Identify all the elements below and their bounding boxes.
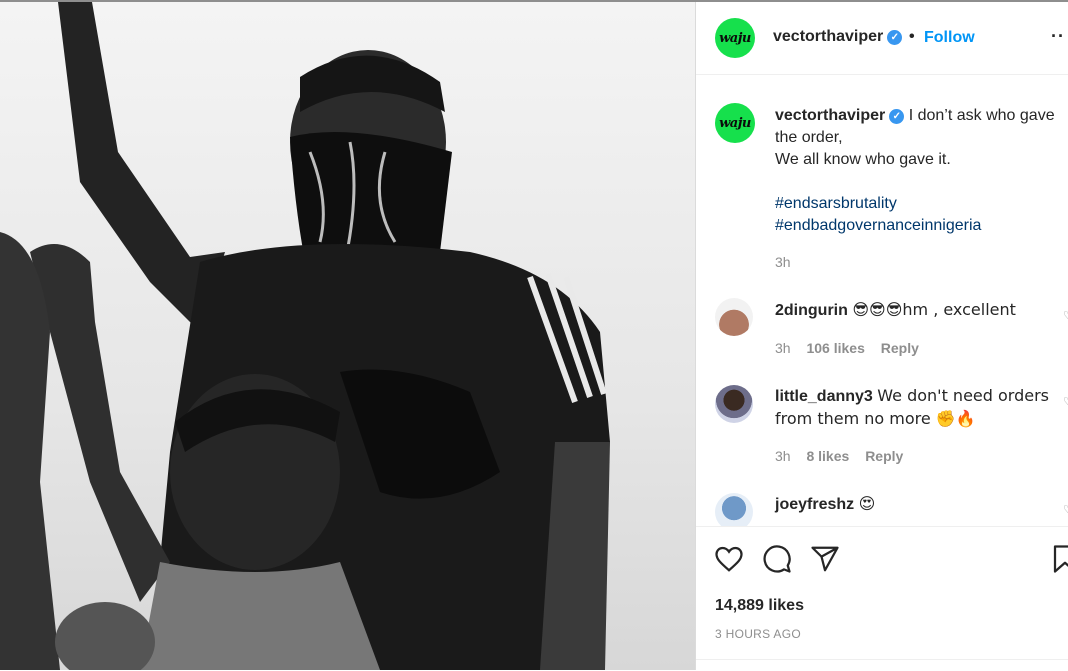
caption-meta: 3h (775, 254, 791, 270)
comment-text: joeyfreshz 😍 (775, 493, 1068, 516)
caption-time[interactable]: 3h (775, 254, 791, 270)
comment-time[interactable]: 3h (775, 448, 791, 464)
comment-meta: 3h 106 likes Reply (775, 340, 919, 356)
hashtag-link[interactable]: #endbadgovernanceinnigeria (775, 215, 1068, 237)
commenter-avatar[interactable] (715, 385, 753, 423)
bookmark-icon[interactable] (1050, 544, 1068, 574)
comment-username[interactable]: 2dingurin (775, 302, 848, 319)
verified-badge-icon: ✓ (889, 109, 905, 124)
post-actions: 14,889 likes 3 HOURS AGO (696, 526, 1068, 671)
comment-username[interactable]: joeyfreshz (775, 496, 854, 513)
caption-avatar[interactable]: waju (715, 103, 755, 143)
hashtag-link[interactable]: #endsarsbrutality (775, 193, 1068, 215)
comment-text: 2dingurin 😎😎😎hm , excellent (775, 299, 1068, 322)
caption: vectorthaviper ✓ I don’t ask who gave the… (775, 105, 1068, 237)
avatar-text: waju (719, 30, 751, 46)
caption-username[interactable]: vectorthaviper (775, 107, 885, 124)
commenter-avatar[interactable] (715, 298, 753, 336)
comment-username[interactable]: little_danny3 (775, 388, 873, 405)
post-photo[interactable] (0, 2, 695, 670)
comment-like-icon[interactable]: ♡ (1063, 503, 1068, 516)
paper-plane-icon[interactable] (810, 544, 840, 574)
comment-like-icon[interactable]: ♡ (1063, 395, 1068, 408)
caption-avatar-text: waju (719, 115, 751, 131)
verified-badge-icon: ✓ (887, 30, 903, 45)
more-options-icon[interactable]: ·· (1051, 26, 1065, 47)
commenter-avatar[interactable] (715, 493, 753, 527)
post-time-ago[interactable]: 3 HOURS AGO (715, 627, 801, 641)
protest-photo-illustration (0, 2, 610, 670)
comment-time[interactable]: 3h (775, 340, 791, 356)
comment-body: 😎😎😎hm , excellent (852, 300, 1016, 319)
author-username-text: vectorthaviper (773, 28, 884, 45)
caption-line-2: We all know who gave it. (775, 151, 951, 168)
comment-text: little_danny3 We don't need orders from … (775, 385, 1068, 431)
follow-button[interactable]: Follow (924, 29, 975, 47)
reply-button[interactable]: Reply (881, 340, 919, 356)
comment-body: 😍 (858, 494, 876, 513)
reply-button[interactable]: Reply (865, 448, 903, 464)
post-side-panel: waju vectorthaviper ✓ • Follow ·· waju ve… (696, 2, 1068, 670)
comments-list[interactable]: waju vectorthaviper ✓ I don’t ask who gav… (696, 75, 1068, 527)
comment-meta: 3h 8 likes Reply (775, 448, 903, 464)
separator-dot: • (909, 28, 915, 45)
comment-likes[interactable]: 8 likes (806, 448, 849, 464)
comment-bubble-icon[interactable] (762, 544, 792, 574)
comment-likes[interactable]: 106 likes (806, 340, 864, 356)
author-username[interactable]: vectorthaviper ✓ (773, 28, 903, 46)
author-avatar[interactable]: waju (715, 18, 755, 58)
heart-icon[interactable] (714, 544, 744, 574)
likes-count[interactable]: 14,889 likes (715, 597, 804, 615)
bottom-divider (696, 659, 1068, 660)
post-header: waju vectorthaviper ✓ • Follow ·· (696, 2, 1068, 75)
comment-like-icon[interactable]: ♡ (1063, 309, 1068, 322)
